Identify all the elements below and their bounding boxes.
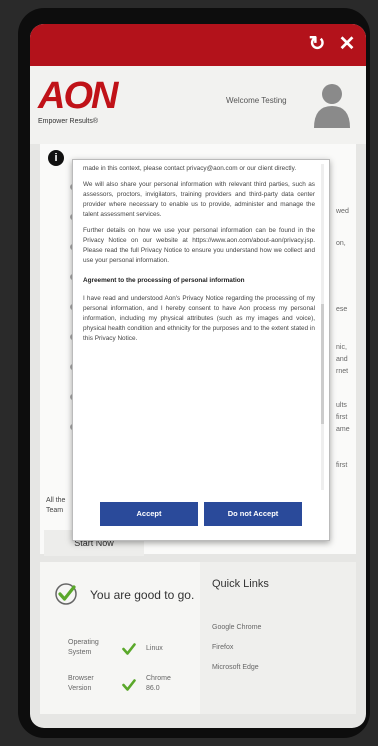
side-fragment: rnet xyxy=(336,368,349,375)
check-circle-icon xyxy=(55,583,77,605)
os-label-line: Operating xyxy=(68,639,99,646)
privacy-paragraph: We will also share your personal informa… xyxy=(83,181,315,218)
browser-value: Chrome 86.0 xyxy=(146,674,171,694)
link-microsoft-edge[interactable]: Microsoft Edge xyxy=(212,664,259,671)
good-to-go-text: You are good to go. xyxy=(90,588,195,602)
check-icon xyxy=(122,643,136,655)
link-firefox[interactable]: Firefox xyxy=(212,644,233,651)
logo-tagline: Empower Results® xyxy=(38,118,99,125)
side-fragment: nic, xyxy=(336,344,347,351)
user-avatar-icon[interactable] xyxy=(312,78,352,128)
system-check-panel: You are good to go. Operating System Lin… xyxy=(40,562,356,714)
side-fragment: ese xyxy=(336,306,348,313)
agreement-heading: Agreement to the processing of personal … xyxy=(83,277,245,284)
close-icon[interactable]: ✕ xyxy=(334,31,360,57)
app-screen: ↻ ✕ AON Empower Results® Welcome Testing… xyxy=(30,24,366,728)
top-bar: ↻ ✕ xyxy=(30,24,366,66)
browser-label-line: Browser xyxy=(68,675,94,682)
do-not-accept-button[interactable]: Do not Accept xyxy=(204,502,302,526)
card-bottom-text: All the Team xyxy=(46,496,65,516)
os-value: Linux xyxy=(146,645,163,652)
privacy-paragraph: Further details on how we use your perso… xyxy=(83,227,315,264)
browser-label: Browser Version xyxy=(68,674,94,694)
info-icon: i xyxy=(48,150,64,166)
link-google-chrome[interactable]: Google Chrome xyxy=(212,624,261,631)
browser-value-line: 86.0 xyxy=(146,685,160,692)
browser-label-line: Version xyxy=(68,685,92,692)
quick-links-title: Quick Links xyxy=(212,578,269,590)
side-fragment: first xyxy=(336,414,348,421)
privacy-paragraph: made in this context, please contact pri… xyxy=(83,165,297,172)
quick-links-panel: Quick Links Google Chrome Firefox Micros… xyxy=(200,562,356,714)
os-label-line: System xyxy=(68,649,92,656)
side-fragment: ame xyxy=(336,426,350,433)
welcome-text: Welcome Testing xyxy=(226,96,287,105)
os-label: Operating System xyxy=(68,638,99,658)
agreement-text: I have read and understood Aon's Privacy… xyxy=(83,295,315,342)
side-fragment: wed xyxy=(336,208,349,215)
dialog-scrollbar[interactable] xyxy=(321,164,324,490)
browser-value-line: Chrome xyxy=(146,675,171,682)
header: AON Empower Results® Welcome Testing xyxy=(30,66,366,144)
card-bottom-line: All the xyxy=(46,497,66,504)
side-fragment: and xyxy=(336,356,348,363)
privacy-consent-dialog: made in this context, please contact pri… xyxy=(72,159,330,541)
side-fragment: ults xyxy=(336,402,347,409)
side-fragment: first xyxy=(336,462,348,469)
accept-button[interactable]: Accept xyxy=(100,502,198,526)
aon-logo: AON xyxy=(38,75,118,117)
privacy-notice-text[interactable]: made in this context, please contact pri… xyxy=(83,164,315,490)
side-fragment: on, xyxy=(336,240,346,247)
card-bottom-line: Team xyxy=(46,507,64,514)
system-status: You are good to go. Operating System Lin… xyxy=(40,562,196,714)
check-icon xyxy=(122,679,136,691)
refresh-icon[interactable]: ↻ xyxy=(304,31,330,57)
